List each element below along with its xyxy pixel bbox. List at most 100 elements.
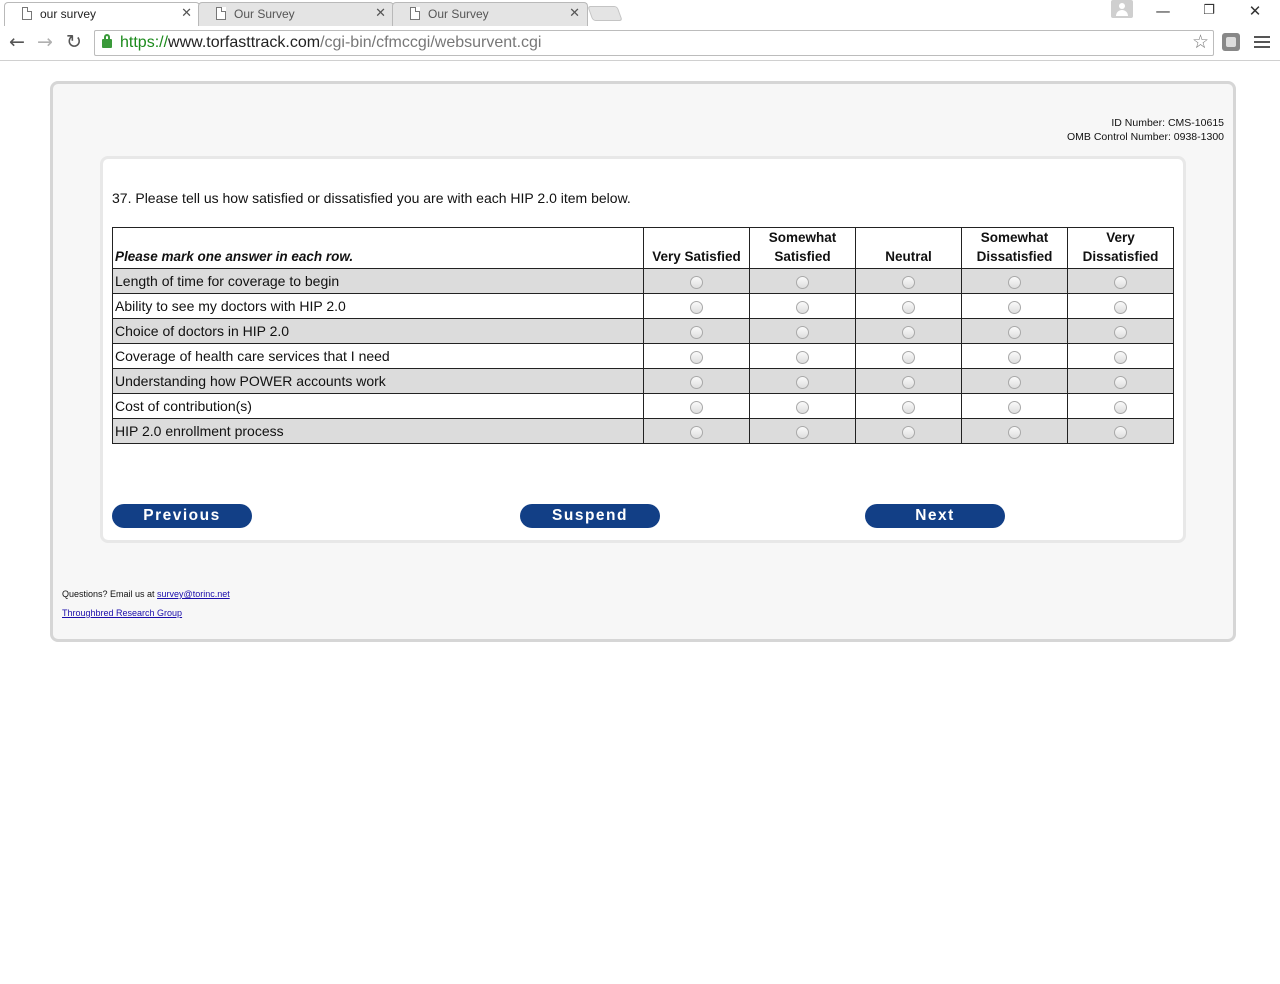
radio-button[interactable] xyxy=(1008,400,1021,414)
radio-button[interactable] xyxy=(902,275,915,289)
radio-cell xyxy=(1067,418,1174,444)
omb-control-number: OMB Control Number: 0938-1300 xyxy=(1067,131,1224,143)
close-tab-icon[interactable]: ✕ xyxy=(569,5,580,21)
email-link[interactable]: survey@torinc.net xyxy=(157,589,230,599)
footer-company: Throughbred Research Group xyxy=(62,608,182,618)
back-arrow-icon[interactable]: ← xyxy=(5,31,29,53)
rating-grid: Please mark one answer in each row. Very… xyxy=(112,227,1174,444)
row-label: Length of time for coverage to begin xyxy=(112,268,644,294)
radio-button[interactable] xyxy=(902,350,915,364)
table-row: Coverage of health care services that I … xyxy=(112,343,1174,369)
radio-button[interactable] xyxy=(690,375,703,389)
footer-questions: Questions? Email us at survey@torinc.net xyxy=(62,589,230,599)
menu-icon[interactable] xyxy=(1254,36,1270,49)
radio-button[interactable] xyxy=(796,275,809,289)
restore-button[interactable]: ❐ xyxy=(1194,3,1224,18)
radio-button[interactable] xyxy=(902,325,915,339)
radio-cell xyxy=(855,343,962,369)
radio-button[interactable] xyxy=(796,350,809,364)
question-panel: 37. Please tell us how satisfied or diss… xyxy=(100,156,1186,543)
bookmark-star-icon[interactable]: ☆ xyxy=(1192,31,1209,53)
radio-button[interactable] xyxy=(902,425,915,439)
radio-cell xyxy=(643,268,750,294)
question-text: 37. Please tell us how satisfied or diss… xyxy=(112,190,631,206)
previous-button[interactable]: Previous xyxy=(112,504,252,528)
radio-button[interactable] xyxy=(1114,400,1127,414)
radio-button[interactable] xyxy=(690,350,703,364)
radio-button[interactable] xyxy=(1114,375,1127,389)
radio-cell xyxy=(749,418,856,444)
radio-button[interactable] xyxy=(1114,350,1127,364)
table-row: Ability to see my doctors with HIP 2.0 xyxy=(112,293,1174,319)
radio-button[interactable] xyxy=(796,375,809,389)
radio-cell xyxy=(749,293,856,319)
address-bar[interactable]: https://www.torfasttrack.com/cgi-bin/cfm… xyxy=(94,30,1214,56)
radio-button[interactable] xyxy=(1114,300,1127,314)
table-row: Choice of doctors in HIP 2.0 xyxy=(112,318,1174,344)
table-row: HIP 2.0 enrollment process xyxy=(112,418,1174,444)
radio-button[interactable] xyxy=(690,425,703,439)
radio-button[interactable] xyxy=(690,275,703,289)
radio-button[interactable] xyxy=(796,425,809,439)
id-number: ID Number: CMS-10615 xyxy=(1111,117,1224,129)
next-button[interactable]: Next xyxy=(865,504,1005,528)
radio-button[interactable] xyxy=(1008,275,1021,289)
minimize-button[interactable]: — xyxy=(1148,2,1178,20)
radio-button[interactable] xyxy=(902,375,915,389)
new-tab-button[interactable] xyxy=(587,6,623,21)
radio-cell xyxy=(749,368,856,394)
radio-cell xyxy=(855,368,962,394)
radio-button[interactable] xyxy=(1114,425,1127,439)
browser-toolbar: ← → ↻ https://www.torfasttrack.com/cgi-b… xyxy=(0,26,1280,61)
tab-strip: our survey ✕ Our Survey ✕ Our Survey ✕ —… xyxy=(0,0,1280,26)
radio-cell xyxy=(855,268,962,294)
radio-cell xyxy=(749,318,856,344)
suspend-button[interactable]: Suspend xyxy=(520,504,660,528)
table-row: Length of time for coverage to begin xyxy=(112,268,1174,294)
company-link[interactable]: Throughbred Research Group xyxy=(62,608,182,618)
column-somewhat-dissatisfied: Somewhat Dissatisfied xyxy=(961,227,1068,269)
radio-button[interactable] xyxy=(796,325,809,339)
close-tab-icon[interactable]: ✕ xyxy=(375,5,386,21)
row-label: Ability to see my doctors with HIP 2.0 xyxy=(112,293,644,319)
radio-button[interactable] xyxy=(1008,300,1021,314)
tab-our-survey-active[interactable]: our survey ✕ xyxy=(4,2,200,26)
radio-button[interactable] xyxy=(1114,275,1127,289)
tab-our-survey-3[interactable]: Our Survey ✕ xyxy=(392,2,588,26)
radio-cell xyxy=(1067,318,1174,344)
radio-button[interactable] xyxy=(1008,325,1021,339)
radio-button[interactable] xyxy=(1114,325,1127,339)
extension-icon[interactable] xyxy=(1222,33,1240,51)
form-identifiers: ID Number: CMS-10615 OMB Control Number:… xyxy=(1067,116,1224,144)
column-somewhat-satisfied: Somewhat Satisfied xyxy=(749,227,856,269)
radio-cell xyxy=(961,343,1068,369)
radio-cell xyxy=(643,343,750,369)
radio-button[interactable] xyxy=(1008,350,1021,364)
questions-text: Questions? Email us at xyxy=(62,589,158,599)
radio-cell xyxy=(1067,293,1174,319)
radio-button[interactable] xyxy=(1008,425,1021,439)
radio-button[interactable] xyxy=(902,300,915,314)
radio-button[interactable] xyxy=(796,300,809,314)
radio-button[interactable] xyxy=(690,400,703,414)
close-tab-icon[interactable]: ✕ xyxy=(181,5,192,21)
grid-body: Length of time for coverage to begin Abil… xyxy=(112,268,1174,444)
radio-button[interactable] xyxy=(796,400,809,414)
reload-icon[interactable]: ↻ xyxy=(62,31,86,53)
radio-button[interactable] xyxy=(690,325,703,339)
radio-button[interactable] xyxy=(902,400,915,414)
close-window-button[interactable]: ✕ xyxy=(1240,2,1270,20)
page-icon xyxy=(22,7,32,20)
radio-button[interactable] xyxy=(690,300,703,314)
row-label: HIP 2.0 enrollment process xyxy=(112,418,644,444)
url-text: https://www.torfasttrack.com/cgi-bin/cfm… xyxy=(120,34,542,51)
user-profile-icon[interactable] xyxy=(1111,0,1133,18)
radio-cell xyxy=(1067,368,1174,394)
forward-arrow-icon[interactable]: → xyxy=(33,31,57,53)
tab-our-survey-2[interactable]: Our Survey ✕ xyxy=(198,2,394,26)
radio-cell xyxy=(855,318,962,344)
radio-cell xyxy=(749,393,856,419)
row-label: Coverage of health care services that I … xyxy=(112,343,644,369)
radio-button[interactable] xyxy=(1008,375,1021,389)
radio-cell xyxy=(1067,268,1174,294)
